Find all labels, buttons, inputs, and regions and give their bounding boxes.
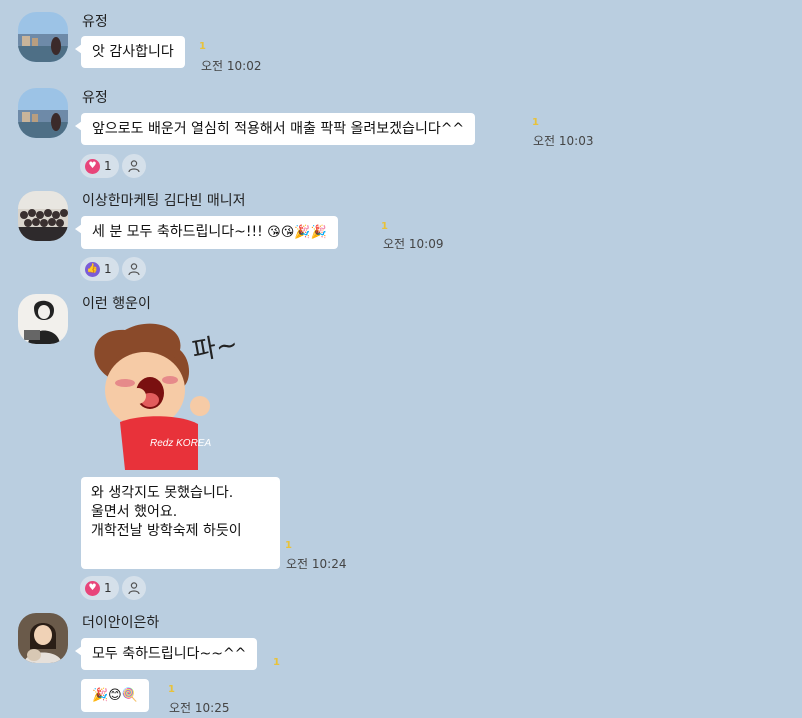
reaction-count: 1	[104, 262, 112, 276]
message-emojis: 😘😘🎉🎉	[267, 225, 327, 240]
unread-count: 1	[273, 657, 280, 668]
person-icon	[128, 160, 140, 173]
message-bubble[interactable]: 🎉😊🍭	[81, 679, 149, 712]
avatar[interactable]	[18, 191, 68, 241]
person-icon	[128, 263, 140, 276]
reaction-count: 1	[104, 159, 112, 173]
message-time: 오전 10:24	[286, 557, 347, 571]
sticker-text: 파~	[190, 330, 240, 367]
reaction-like[interactable]: 👍 1	[80, 257, 119, 281]
unread-count: 1	[199, 41, 206, 52]
message-bubble[interactable]: 앞으로도 배운거 열심히 적용해서 매출 팍팍 올려보겠습니다^^	[74, 113, 476, 145]
heart-icon: ♥	[85, 580, 100, 596]
message-bubble[interactable]: 와 생각지도 못했습니다. 울면서 했어요. 개학전날 방학숙제 하듯이	[81, 477, 280, 569]
sender-name: 이런 행운이	[82, 296, 151, 312]
sender-name: 유정	[82, 14, 108, 30]
avatar[interactable]	[18, 613, 68, 663]
unread-count: 1	[381, 221, 388, 232]
reaction-count: 1	[104, 581, 112, 595]
message-emojis: 🎉😊🍭	[92, 688, 138, 703]
message-bubble[interactable]: 세 분 모두 축하드립니다~!!! 😘😘🎉🎉	[75, 216, 338, 249]
message-time: 오전 10:03	[533, 134, 594, 148]
add-reaction-button[interactable]	[122, 576, 146, 600]
avatar[interactable]	[18, 12, 68, 62]
heart-icon: ♥	[85, 158, 100, 174]
unread-count: 1	[285, 540, 292, 551]
person-icon	[128, 582, 140, 595]
message-text: 세 분 모두 축하드립니다~!!!	[92, 224, 263, 240]
avatar[interactable]	[18, 88, 68, 138]
thumbs-up-icon: 👍	[85, 261, 100, 277]
message-time: 오전 10:25	[169, 701, 230, 715]
sender-name: 유정	[82, 90, 108, 106]
avatar[interactable]	[18, 294, 68, 344]
unread-count: 1	[168, 684, 175, 695]
add-reaction-button[interactable]	[122, 257, 146, 281]
message-time: 오전 10:02	[201, 59, 262, 73]
message-time: 오전 10:09	[383, 237, 444, 251]
message-bubble[interactable]: 모두 축하드립니다~~^^	[74, 638, 258, 670]
message-bubble[interactable]: 앗 감사합니다	[75, 36, 185, 68]
sender-name: 이상한마케팅 김다빈 매니저	[82, 193, 246, 209]
add-reaction-button[interactable]	[122, 154, 146, 178]
reaction-heart[interactable]: ♥ 1	[80, 154, 119, 178]
reaction-heart[interactable]: ♥ 1	[80, 576, 119, 600]
sender-name: 더이안이은하	[82, 615, 160, 631]
shirt-text: Redz KOREA	[150, 438, 211, 449]
sticker[interactable]: Redz KOREA 파~	[80, 318, 240, 470]
unread-count: 1	[532, 117, 539, 128]
